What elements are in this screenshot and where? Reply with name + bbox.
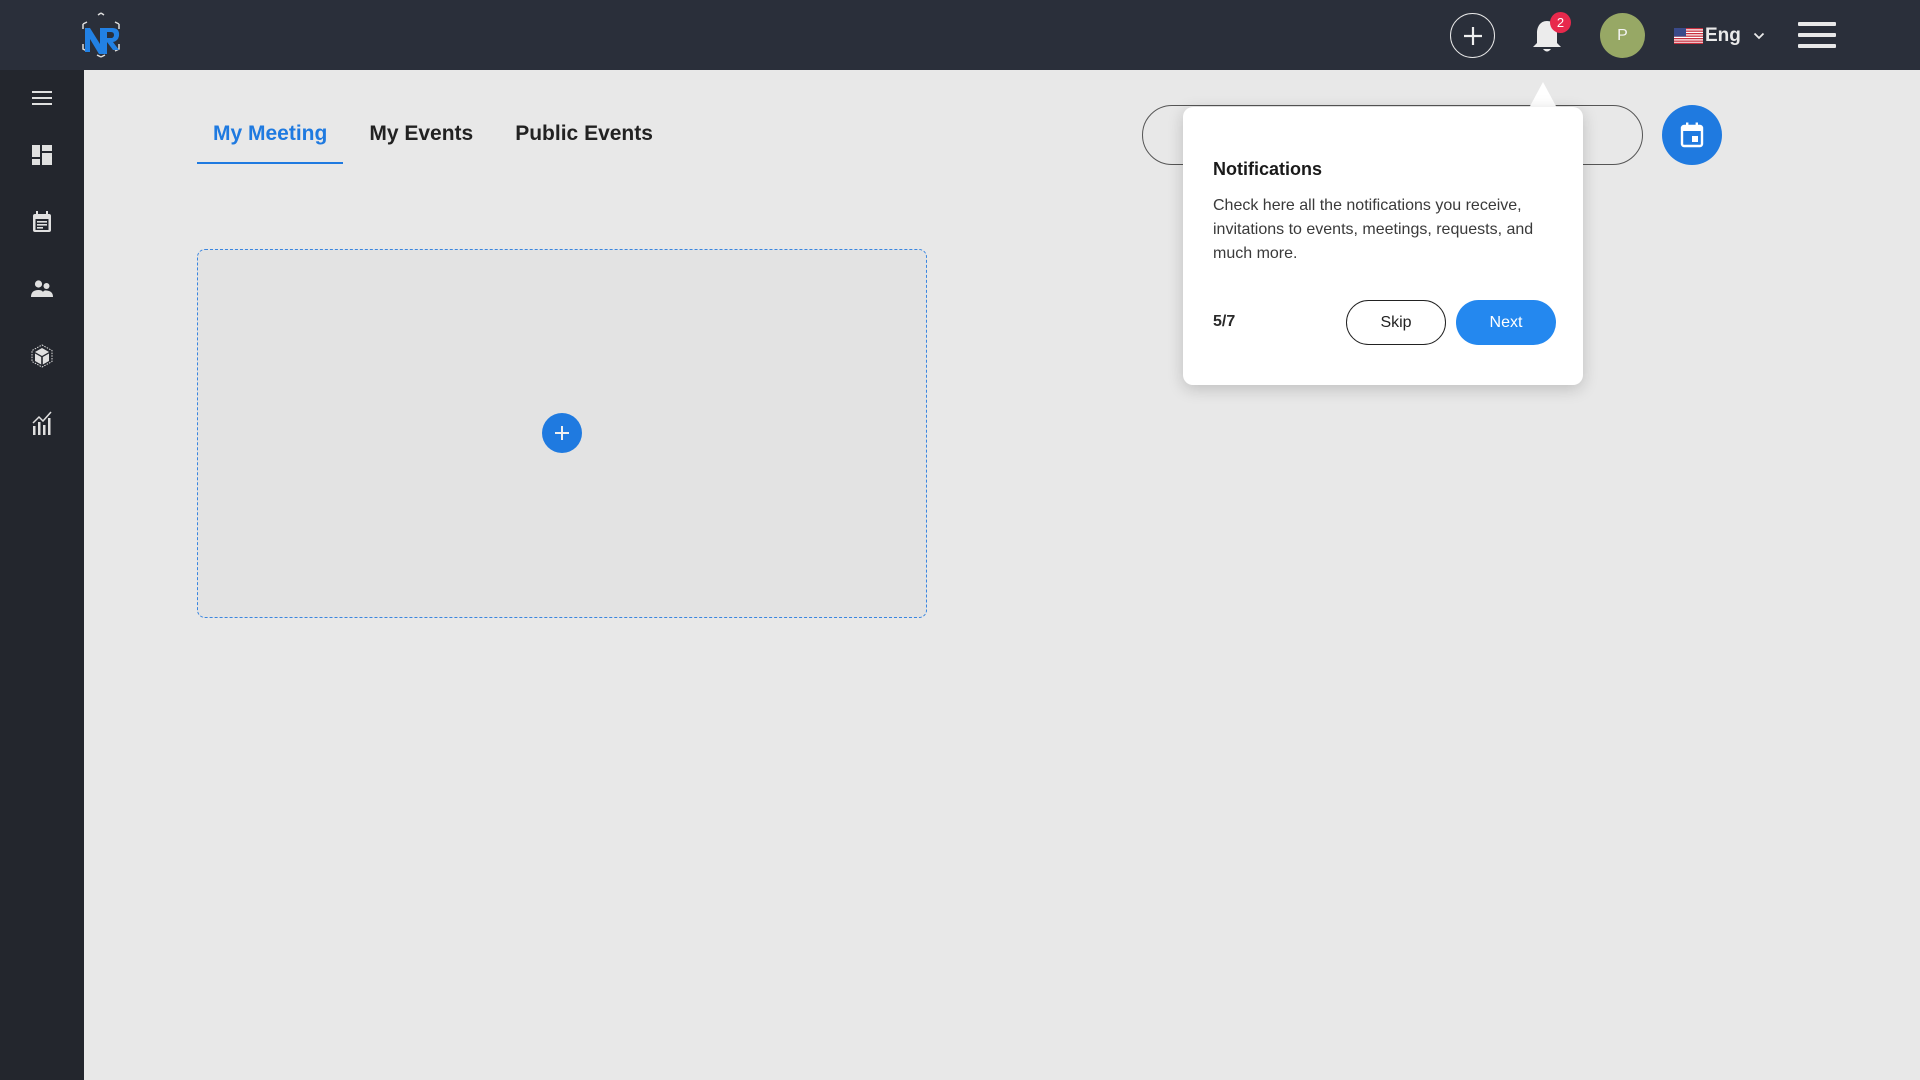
tab-my-meeting[interactable]: My Meeting	[197, 112, 344, 164]
notification-badge: 2	[1550, 12, 1571, 33]
dashboard-icon	[32, 145, 52, 165]
sidebar	[0, 70, 84, 1080]
popover-body: Check here all the notifications you rec…	[1213, 197, 1534, 262]
hamburger-line	[1798, 44, 1836, 48]
chevron-down-icon	[1753, 32, 1765, 40]
logo-icon	[82, 12, 120, 58]
calendar-icon	[1680, 122, 1704, 148]
hamburger-line	[1798, 33, 1836, 37]
tour-popover: Notifications Check here all the notific…	[1183, 107, 1583, 385]
sidebar-item-menu[interactable]	[30, 86, 54, 110]
tab-my-events[interactable]: My Events	[353, 112, 489, 164]
popover-title: Notifications	[1213, 159, 1323, 179]
tab-public-events[interactable]: Public Events	[499, 112, 669, 164]
sidebar-item-analytics[interactable]	[30, 411, 54, 435]
chart-icon	[32, 411, 52, 435]
app-logo[interactable]	[76, 10, 126, 60]
next-button[interactable]: Next	[1456, 300, 1556, 345]
calendar-view-button[interactable]	[1662, 105, 1722, 165]
cube-icon	[31, 344, 53, 368]
hamburger-line	[1798, 22, 1836, 26]
event-tabs: My Meeting My Events Public Events	[197, 112, 679, 166]
plus-icon	[555, 426, 569, 440]
calendar-note-icon	[33, 211, 51, 232]
plus-icon	[1463, 26, 1482, 45]
skip-button[interactable]: Skip	[1346, 300, 1446, 345]
main-menu-button[interactable]	[1798, 22, 1836, 48]
people-icon	[31, 280, 53, 297]
hamburger-icon	[32, 91, 52, 105]
tour-step-counter: 5/7	[1213, 313, 1236, 330]
sidebar-item-dashboard[interactable]	[30, 143, 54, 167]
add-meeting-button[interactable]	[542, 413, 582, 453]
language-label: Eng	[1705, 25, 1741, 46]
user-avatar[interactable]: P	[1600, 13, 1645, 58]
us-flag-icon	[1674, 28, 1703, 44]
language-selector[interactable]: Eng	[1674, 22, 1765, 50]
sidebar-item-calendar-events[interactable]	[30, 210, 54, 234]
top-bar: 2 P Eng	[0, 0, 1920, 70]
sidebar-item-3d-products[interactable]	[30, 344, 54, 368]
header-add-button[interactable]	[1450, 13, 1495, 58]
popover-arrow	[1529, 82, 1557, 108]
sidebar-item-contacts[interactable]	[30, 277, 54, 301]
